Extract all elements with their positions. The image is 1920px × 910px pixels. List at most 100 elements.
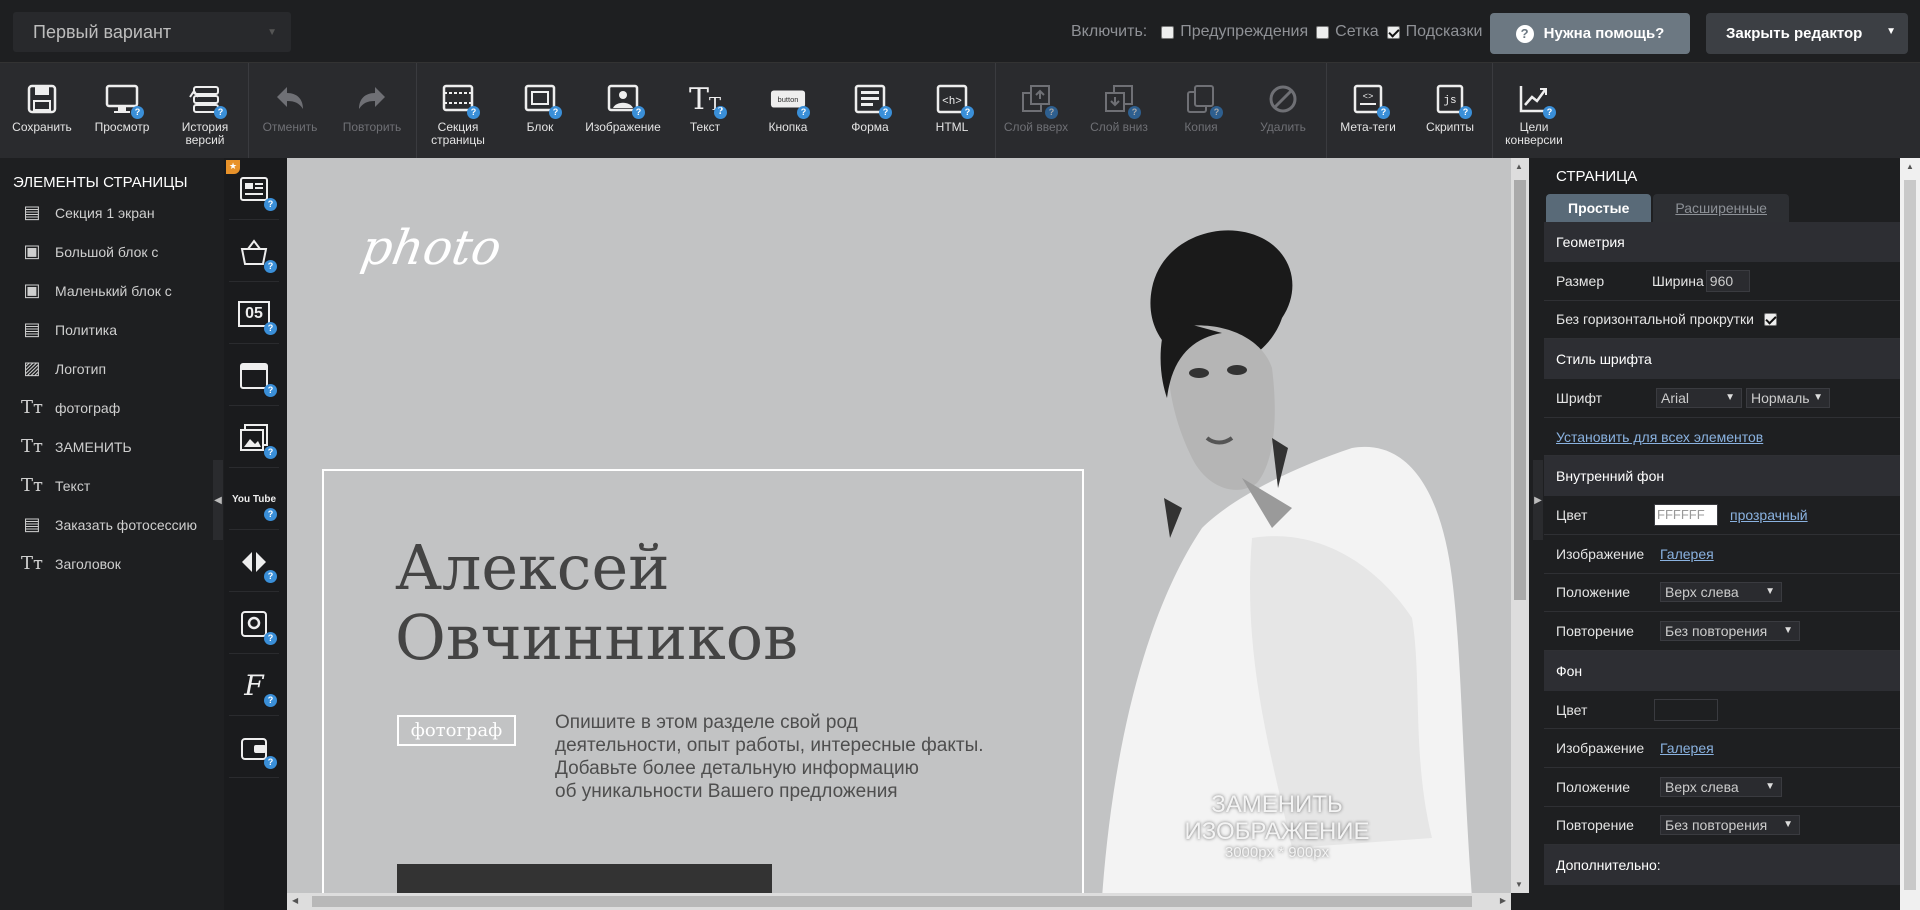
layer-up-button[interactable]: ? Слой вверх: [997, 63, 1075, 159]
panel-title: ЭЛЕМЕНТЫ СТРАНИЦЫ: [13, 174, 188, 191]
scroll-up-icon[interactable]: ▲: [1515, 162, 1523, 171]
page-canvas[interactable]: photo Алексей Овчинников фотограф Опишит…: [287, 158, 1512, 893]
logo[interactable]: photo: [357, 220, 506, 276]
form-button[interactable]: ? Форма: [831, 63, 909, 159]
position-select[interactable]: Верх слева ▼: [1660, 776, 1782, 797]
font-widget-icon[interactable]: F?: [229, 656, 279, 716]
element-item[interactable]: Tт Заголовок: [0, 544, 215, 583]
scroll-thumb[interactable]: [312, 896, 1472, 907]
scroll-up-icon[interactable]: ▲: [1906, 162, 1914, 171]
position-select[interactable]: Верх слева ▼: [1660, 582, 1782, 603]
map-widget-icon[interactable]: ?: [229, 594, 279, 654]
button-button[interactable]: button? Кнопка: [749, 63, 827, 159]
layer-down-button[interactable]: ? Слой вниз: [1080, 63, 1158, 159]
bg-image-row: Изображение Галерея: [1544, 729, 1900, 768]
repeat-select[interactable]: Без повторения ▼: [1660, 620, 1800, 641]
preview-button[interactable]: ? Просмотр: [83, 63, 161, 159]
font-row: Шрифт Arial ▼ Нормаль ▼: [1544, 379, 1900, 418]
gallery-link[interactable]: Галерея: [1660, 546, 1714, 562]
panel-scrollbar[interactable]: ▲: [1900, 158, 1920, 910]
hints-checkbox[interactable]: [1386, 25, 1400, 39]
canvas-horizontal-scrollbar[interactable]: ◀ ▶: [287, 893, 1511, 910]
repeat-select[interactable]: Без повторения ▼: [1660, 815, 1800, 836]
chevron-down-icon[interactable]: ▼: [1886, 26, 1896, 37]
html-button[interactable]: <h>? HTML: [913, 63, 991, 159]
warnings-checkbox[interactable]: [1161, 25, 1175, 39]
photographer-tag[interactable]: фотограф: [397, 715, 516, 746]
element-item[interactable]: ▤ Секция 1 экран: [0, 193, 215, 232]
timer-widget-icon[interactable]: 05?: [229, 284, 279, 344]
history-label: История версий: [181, 120, 229, 147]
page-properties-panel: СТРАНИЦА Простые Расширенные Геометрия Р…: [1544, 158, 1900, 910]
scripts-button[interactable]: js? Скрипты: [1411, 63, 1489, 159]
redo-button[interactable]: Повторить: [333, 63, 411, 159]
width-input[interactable]: 960: [1705, 269, 1750, 292]
inner-color-input[interactable]: FFFFFF: [1654, 504, 1718, 527]
element-item[interactable]: ▤ Заказать фотосессию: [0, 505, 215, 544]
scroll-down-icon[interactable]: ▼: [1515, 880, 1523, 889]
gallery-link[interactable]: Галерея: [1660, 740, 1714, 756]
element-item[interactable]: Tт ЗАМЕНИТЬ: [0, 427, 215, 466]
svg-text:<>: <>: [1363, 92, 1374, 102]
close-editor-button[interactable]: Закрыть редактор ▼: [1706, 13, 1908, 54]
chevron-down-icon: ▼: [1813, 391, 1823, 403]
collapse-right-panel-button[interactable]: ▶: [1533, 460, 1543, 540]
tab-advanced[interactable]: Расширенные: [1653, 194, 1789, 222]
heading[interactable]: Алексей Овчинников: [395, 533, 798, 673]
popup-widget-icon[interactable]: ?: [229, 346, 279, 406]
basket-widget-icon[interactable]: ?: [229, 222, 279, 282]
help-button[interactable]: ? Нужна помощь?: [1490, 13, 1690, 54]
meta-tags-button[interactable]: <>? Мета-теги: [1329, 63, 1407, 159]
element-item[interactable]: Tт Текст: [0, 466, 215, 505]
history-button[interactable]: ? История версий: [166, 63, 244, 159]
image-button[interactable]: ? Изображение: [584, 63, 662, 159]
inner-color-row: Цвет FFFFFF прозрачный: [1544, 496, 1900, 535]
order-photosession-button[interactable]: [397, 864, 772, 893]
element-item[interactable]: ▤ Политика: [0, 310, 215, 349]
description-text[interactable]: Опишите в этом разделе свой род деятельн…: [555, 711, 1025, 803]
canvas-vertical-scrollbar[interactable]: ▲ ▼: [1511, 158, 1529, 893]
replace-image-overlay[interactable]: ЗАМЕНИТЬ ИЗОБРАЖЕНИЕ 3000px * 900px: [1157, 791, 1397, 861]
grid-checkbox[interactable]: [1316, 25, 1330, 39]
variant-select[interactable]: Первый вариант ▼: [13, 12, 291, 52]
no-hscroll-checkbox[interactable]: [1763, 312, 1777, 326]
history-icon: ?: [187, 81, 227, 119]
save-icon: [24, 81, 60, 117]
conversion-button[interactable]: ? Цели конверсии: [1495, 63, 1573, 159]
bg-position-row: Положение Верх слева ▼: [1544, 768, 1900, 807]
scroll-left-icon[interactable]: ◀: [292, 896, 298, 905]
description-line: Опишите в этом разделе свой род: [555, 712, 858, 733]
element-item[interactable]: Tт фотограф: [0, 388, 215, 427]
scroll-right-icon[interactable]: ▶: [1500, 896, 1506, 905]
element-item[interactable]: ▣ Большой блок с: [0, 232, 215, 271]
toolbar-divider: [1492, 63, 1493, 159]
save-button[interactable]: Сохранить: [3, 63, 81, 159]
toggles-label: Включить:: [1071, 23, 1148, 40]
wallet-widget-icon[interactable]: ?: [229, 718, 279, 778]
text-widget-icon[interactable]: ?: [229, 160, 279, 220]
font-weight-select[interactable]: Нормаль ▼: [1746, 387, 1830, 408]
delete-button[interactable]: Удалить: [1244, 63, 1322, 159]
apply-all-link[interactable]: Установить для всех элементов: [1556, 429, 1763, 445]
copy-icon: ?: [1183, 81, 1223, 119]
youtube-widget-icon[interactable]: You Tube?: [229, 470, 279, 530]
save-label: Сохранить: [12, 120, 72, 134]
scroll-thumb[interactable]: [1904, 180, 1916, 890]
tab-simple[interactable]: Простые: [1546, 194, 1652, 222]
undo-button[interactable]: Отменить: [251, 63, 329, 159]
transparent-link[interactable]: прозрачный: [1730, 507, 1808, 523]
block-button[interactable]: ? Блок: [501, 63, 579, 159]
scroll-thumb[interactable]: [1514, 180, 1526, 600]
slider-widget-icon[interactable]: ?: [229, 532, 279, 592]
section-button[interactable]: ? Секция страницы: [419, 63, 497, 159]
copy-button[interactable]: ? Копия: [1162, 63, 1240, 159]
bg-color-row: Цвет: [1544, 691, 1900, 730]
no-hscroll-label: Без горизонтальной прокрутки: [1556, 311, 1754, 328]
collapse-left-panel-button[interactable]: ◀: [213, 460, 223, 540]
font-select[interactable]: Arial ▼: [1656, 387, 1742, 408]
element-item[interactable]: ▣ Маленький блок с: [0, 271, 215, 310]
element-item[interactable]: ▨ Логотип: [0, 349, 215, 388]
gallery-widget-icon[interactable]: ?: [229, 408, 279, 468]
bg-color-input[interactable]: [1654, 698, 1718, 721]
text-button[interactable]: T T? Текст: [666, 63, 744, 159]
